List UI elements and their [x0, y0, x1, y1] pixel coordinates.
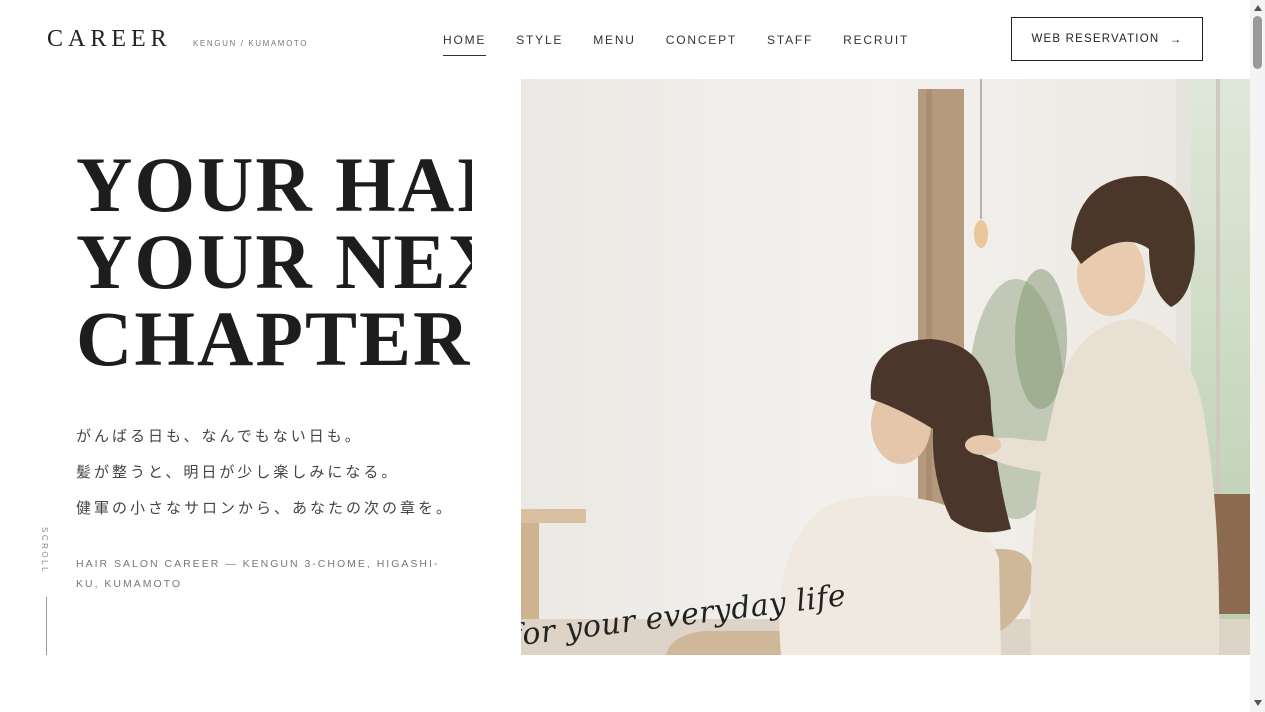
- page-scrollbar[interactable]: [1250, 0, 1265, 712]
- salon-address: HAIR SALON CAREER — KENGUN 3-CHOME, HIGA…: [76, 558, 440, 590]
- web-reservation-button[interactable]: WEB RESERVATION →: [1011, 17, 1203, 61]
- scroll-down-arrow-icon[interactable]: [1254, 700, 1262, 706]
- nav-style[interactable]: STYLE: [516, 32, 563, 48]
- hero-title-line-3: CHAPTER.: [76, 295, 472, 378]
- nav-home[interactable]: HOME: [443, 32, 487, 56]
- salon-photo-illustration: [521, 79, 1250, 655]
- hero-copy-line-3: 健軍の小さなサロンから、あなたの次の章を。: [76, 499, 455, 517]
- nav-staff[interactable]: STAFF: [767, 32, 813, 48]
- hero-photo: for your everyday life: [521, 79, 1250, 655]
- nav-menu[interactable]: MENU: [593, 32, 636, 48]
- hero-title-line-1: YOUR HAIR,: [76, 146, 472, 228]
- scroll-up-arrow-icon[interactable]: [1254, 5, 1262, 11]
- arrow-right-icon: →: [1169, 32, 1183, 46]
- logo-location: KENGUN / KUMAMOTO: [193, 39, 309, 48]
- hero-title-line-2: YOUR NEXT: [76, 218, 472, 305]
- scroll-indicator-label: SCROLL: [40, 527, 49, 575]
- scroll-indicator-line: [46, 597, 47, 655]
- hero-copy-line-2: 髪が整うと、明日が少し楽しみになる。: [76, 463, 400, 481]
- site-logo[interactable]: CAREER: [47, 27, 172, 51]
- nav-concept[interactable]: CONCEPT: [666, 32, 737, 48]
- hero-copy-line-1: がんばる日も、なんでもない日も。: [76, 427, 363, 445]
- hero-title: YOUR HAIR, YOUR NEXT CHAPTER.: [76, 146, 472, 377]
- web-reservation-label: WEB RESERVATION: [1031, 33, 1160, 45]
- main-nav: HOME STYLE MENU CONCEPT STAFF RECRUIT: [443, 32, 939, 56]
- hero-copy: がんばる日も、なんでもない日も。 髪が整うと、明日が少し楽しみになる。 健軍の小…: [76, 418, 454, 526]
- scrollbar-thumb[interactable]: [1253, 16, 1262, 69]
- nav-recruit[interactable]: RECRUIT: [843, 32, 909, 48]
